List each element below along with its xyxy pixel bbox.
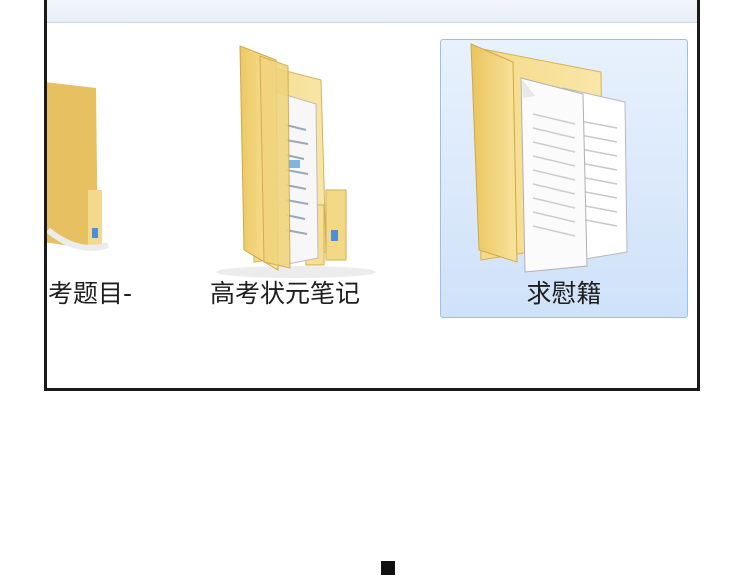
folder-label: 考题目- — [48, 279, 133, 308]
folder-label: 求慰籍 — [526, 279, 602, 308]
folder-icon — [47, 82, 109, 251]
folder-item-gaokao-notes[interactable]: 高考状元笔记 — [175, 39, 395, 318]
cursor-marker — [381, 561, 395, 575]
folder-item-exam-questions[interactable]: 考题目- — [47, 39, 137, 318]
folder-with-papers-icon — [216, 45, 376, 278]
folder-with-documents-icon — [470, 43, 628, 273]
folder-view: 考题目- 高考状元笔记 求慰籍 — [47, 23, 697, 388]
explorer-header-bar — [47, 0, 697, 23]
folder-item-seek-comfort[interactable]: 求慰籍 — [440, 39, 688, 318]
folder-label: 高考状元笔记 — [209, 279, 360, 308]
page: 考题目- 高考状元笔记 求慰籍 — [0, 0, 750, 586]
file-explorer-window: 考题目- 高考状元笔记 求慰籍 — [44, 0, 700, 391]
